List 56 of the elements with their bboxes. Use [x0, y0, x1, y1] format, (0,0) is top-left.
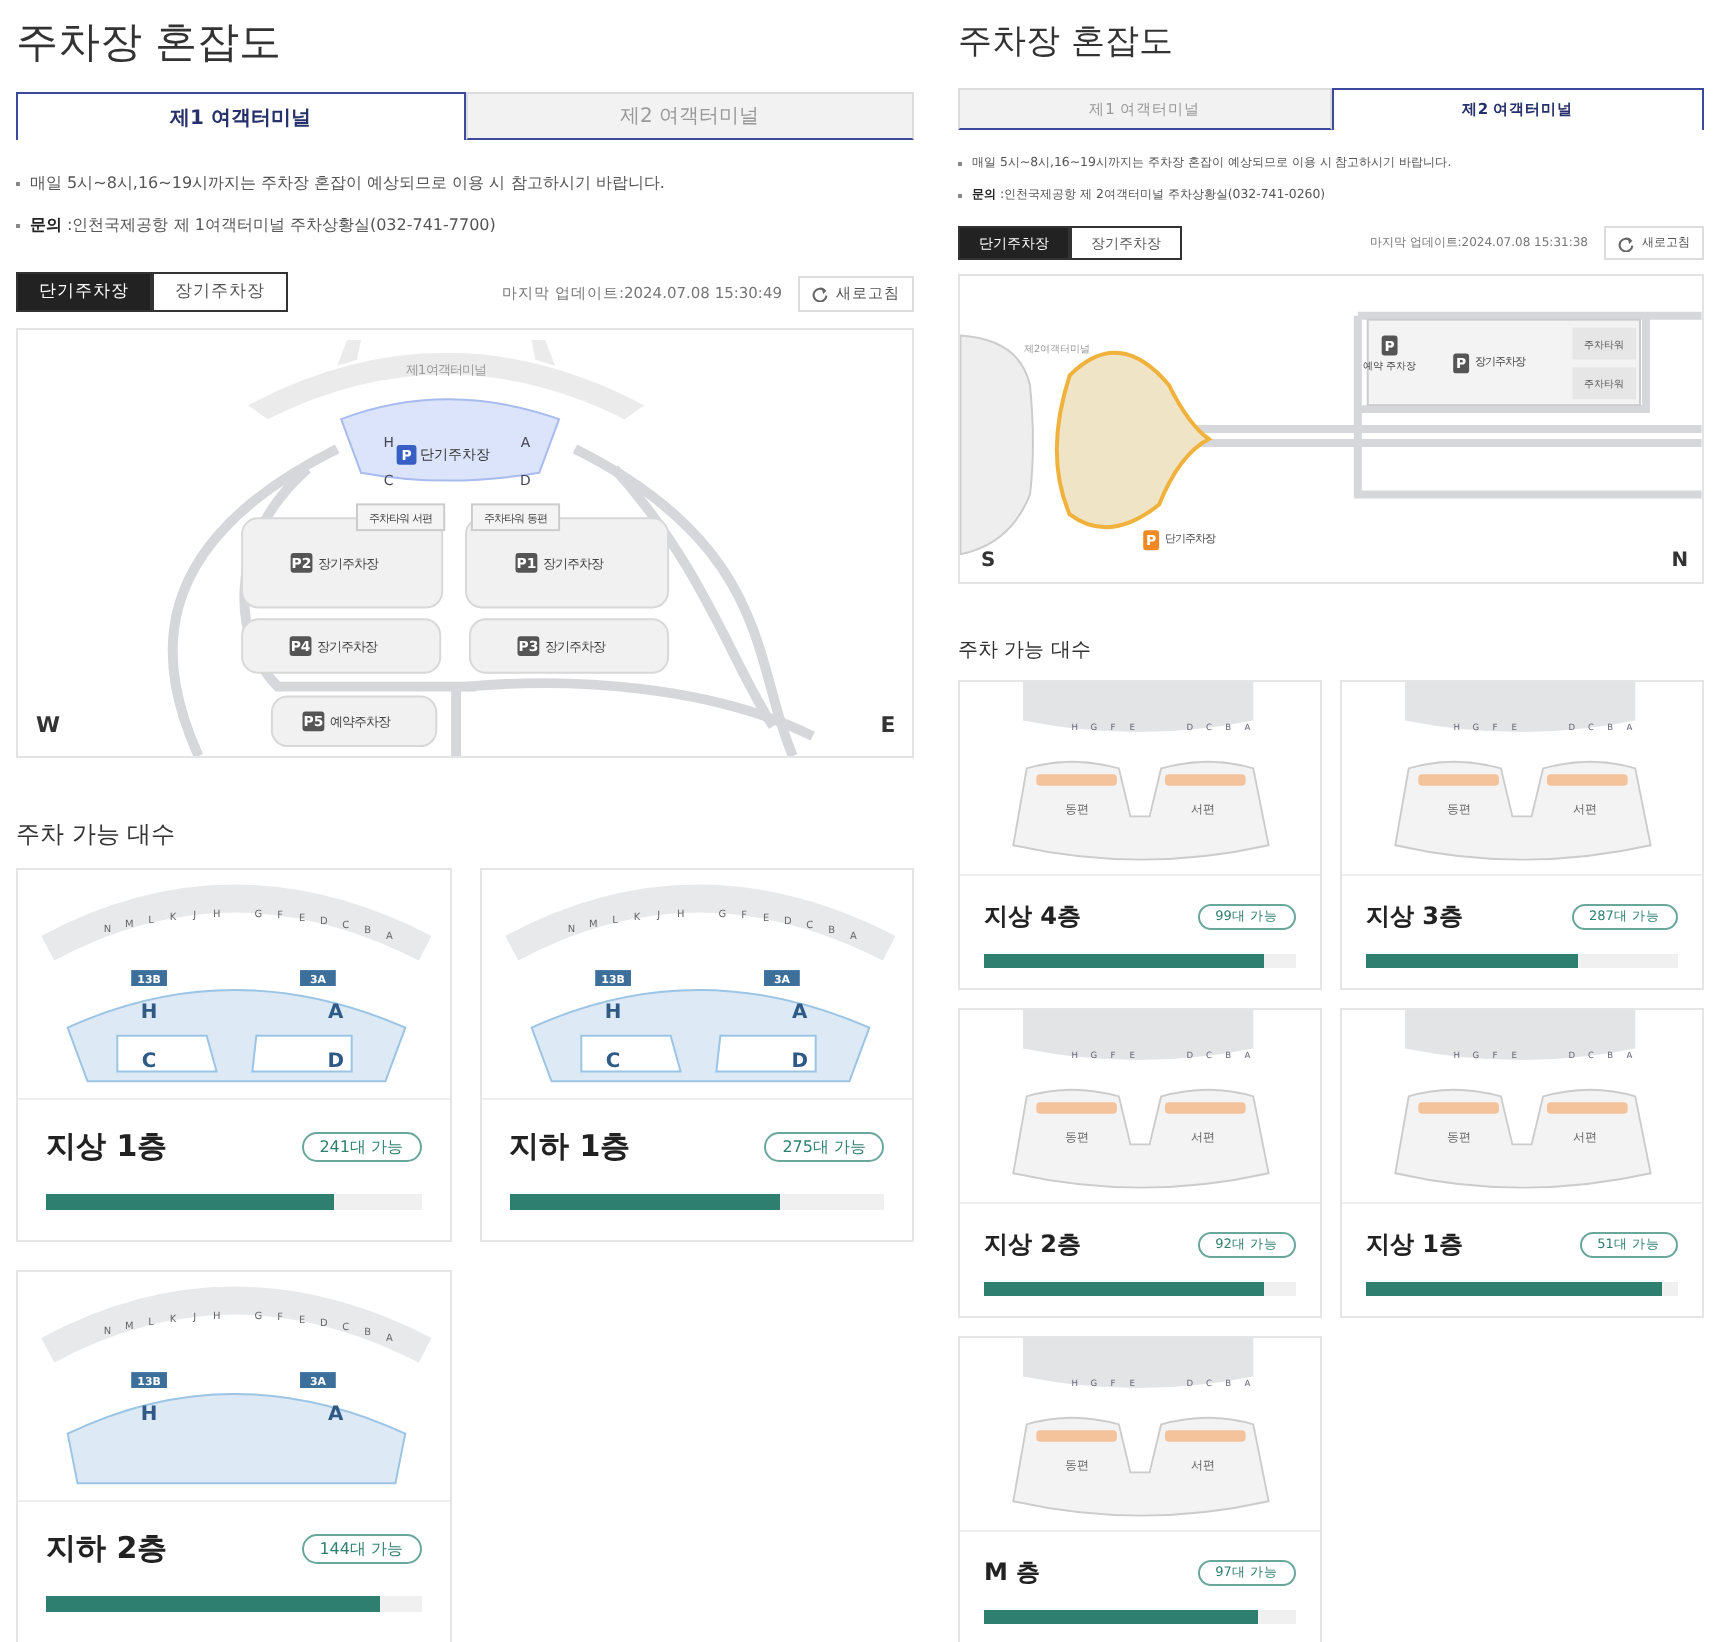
gate-tag — [131, 1372, 167, 1388]
zone-label: H — [140, 1403, 158, 1426]
section-title: 주차 가능 대수 — [958, 638, 1093, 664]
parking-area — [1546, 774, 1628, 786]
floor-name: 지하 2층 — [46, 1530, 168, 1568]
floor-name: M 층 — [984, 1556, 1041, 1590]
parking-area — [1036, 1430, 1117, 1442]
availability-badge: 275대 가능 — [764, 1132, 884, 1162]
floor-name: 지상 3층 — [1366, 900, 1464, 934]
page-title: 주차장 혼잡도 — [958, 20, 1175, 64]
gate-tag — [300, 970, 336, 986]
floor-name: 지상 4층 — [984, 900, 1082, 934]
zone-label: A — [328, 1001, 344, 1024]
parking-tower — [470, 503, 561, 532]
parking-area — [1164, 1102, 1246, 1114]
refresh-icon — [1618, 235, 1634, 251]
gate-tag — [300, 1372, 336, 1388]
zone-label: D — [790, 1051, 808, 1074]
lot-tab[interactable]: 장기주차장 — [152, 272, 288, 312]
lot-tab[interactable]: 단기주차장 — [16, 272, 152, 312]
parking-area — [1164, 1430, 1246, 1442]
availability-badge: 241대 가능 — [301, 1132, 421, 1162]
availability-badge: 144대 가능 — [301, 1534, 421, 1564]
zone-label: C — [141, 1051, 157, 1074]
parking-area — [1418, 1102, 1499, 1114]
zone-label: H — [603, 1001, 621, 1024]
parking-area — [1418, 774, 1499, 786]
zone-label: H — [140, 1001, 158, 1024]
compass-label: N — [1671, 550, 1689, 573]
compass-label: W — [35, 712, 60, 739]
floor-name: 지상 1층 — [46, 1128, 168, 1166]
parking-area — [1546, 1102, 1628, 1114]
gate-tag — [131, 970, 167, 986]
compass-label: E — [880, 712, 896, 739]
parking-tower — [1572, 367, 1636, 400]
floor-name: 지하 1층 — [509, 1128, 631, 1166]
zone-label: D — [327, 1051, 345, 1074]
floor-name: 지상 2층 — [984, 1228, 1082, 1262]
zone-label: C — [604, 1051, 620, 1074]
parking-area — [1036, 774, 1117, 786]
parking-tower — [1572, 327, 1636, 360]
gate-tag — [763, 970, 799, 986]
parking-area — [1036, 1102, 1117, 1114]
zone-label: A — [791, 1001, 807, 1024]
compass-label: S — [981, 550, 996, 573]
gate-tag — [594, 970, 630, 986]
parking-area — [1164, 774, 1246, 786]
zone-label: A — [328, 1403, 344, 1426]
section-title: 주차 가능 대수 — [16, 818, 178, 852]
notice-text: 문의 :인천국제공항 제 1여객터미널 주차상황실(032-741-7700) — [30, 214, 496, 236]
notice-text: 매일 5시~8시,16~19시까지는 주차장 혼잡이 예상되므로 이용 시 참고하시기 바랍니다. — [30, 172, 665, 194]
parking-tower — [356, 503, 446, 532]
refresh-icon — [812, 286, 828, 302]
terminal-tab[interactable]: 제1 여객터미널 — [16, 92, 465, 140]
floor-name: 지상 1층 — [1366, 1228, 1464, 1262]
page-title: 주차장 혼잡도 — [16, 20, 284, 64]
